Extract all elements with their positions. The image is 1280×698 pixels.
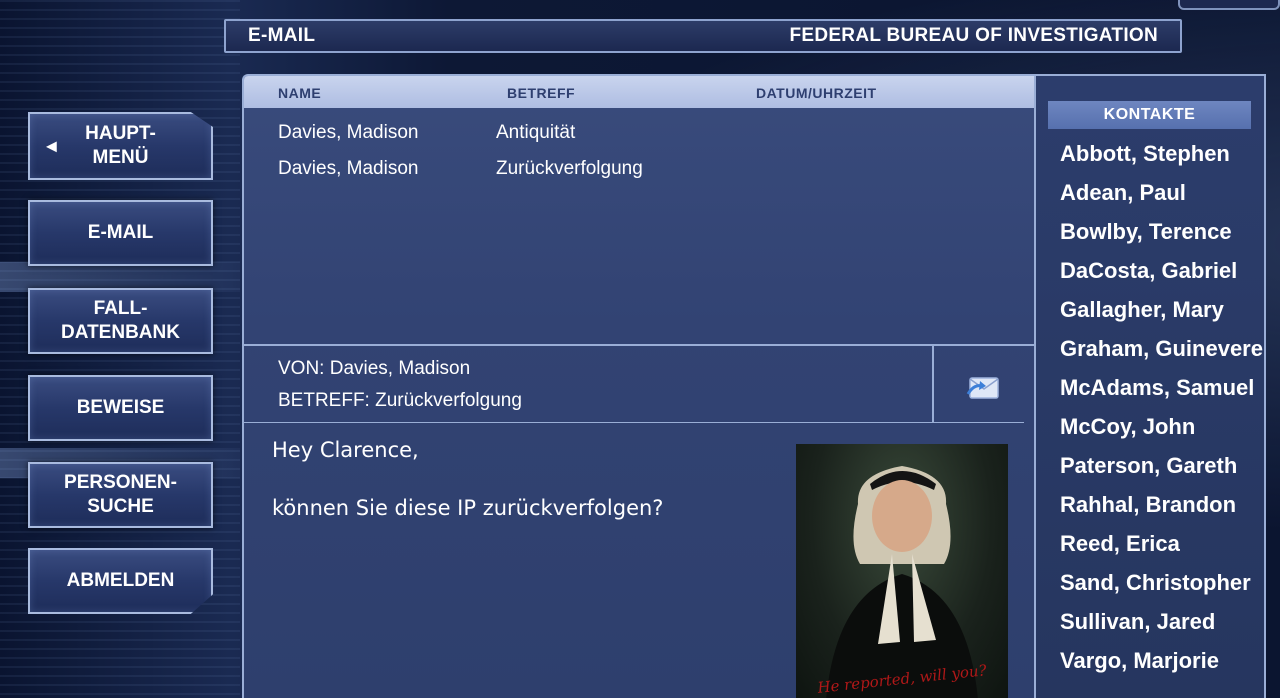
top-header-bar: E-MAIL FEDERAL BUREAU OF INVESTIGATION (224, 19, 1182, 53)
inbox-row[interactable]: Davies, Madison Zurückverfolgung (244, 152, 1036, 186)
contact-item[interactable]: Sullivan, Jared (1060, 609, 1215, 635)
main-menu-button[interactable]: ◀ HAUPT- MENÜ (28, 112, 213, 180)
person-search-label: PERSONEN- SUCHE (64, 472, 177, 517)
contacts-panel: KONTAKTE Abbott, Stephen Adean, Paul Bow… (1034, 74, 1266, 698)
contact-item[interactable]: Rahhal, Brandon (1060, 492, 1236, 518)
row-subject: Zurückverfolgung (496, 158, 643, 179)
contact-item[interactable]: Vargo, Marjorie (1060, 648, 1219, 674)
email-label: E-MAIL (87, 222, 154, 244)
section-title: E-MAIL (248, 25, 316, 46)
message-body: können Sie diese IP zurückverfolgen? (272, 496, 664, 520)
evidence-label: BEWEISE (76, 397, 165, 419)
row-sender: Davies, Madison (278, 158, 419, 179)
evidence-button[interactable]: BEWEISE (28, 375, 213, 441)
reply-mail-icon[interactable] (966, 374, 1000, 400)
header-divider-vertical (932, 346, 934, 422)
message-divider (244, 422, 1024, 423)
row-sender: Davies, Madison (278, 122, 419, 143)
contact-item[interactable]: Adean, Paul (1060, 180, 1186, 206)
contact-item[interactable]: Reed, Erica (1060, 531, 1180, 557)
contact-item[interactable]: Graham, Guinevere (1060, 336, 1263, 362)
contacts-title: KONTAKTE (1048, 101, 1251, 129)
agency-title: FEDERAL BUREAU OF INVESTIGATION (789, 25, 1158, 46)
contact-item[interactable]: DaCosta, Gabriel (1060, 258, 1237, 284)
portrait-figure-icon (826, 466, 978, 698)
case-database-button[interactable]: FALL- DATENBANK (28, 288, 213, 354)
message-from: VON: Davies, Madison (278, 358, 471, 379)
back-arrow-icon: ◀ (46, 137, 57, 154)
contact-item[interactable]: Paterson, Gareth (1060, 453, 1237, 479)
contact-item[interactable]: Abbott, Stephen (1060, 141, 1230, 167)
inbox-row[interactable]: Davies, Madison Antiquität (244, 116, 1036, 150)
person-search-button[interactable]: PERSONEN- SUCHE (28, 462, 213, 528)
column-name[interactable]: NAME (278, 85, 321, 101)
logout-button[interactable]: ABMELDEN (28, 548, 213, 614)
case-database-label: FALL- DATENBANK (61, 298, 180, 343)
email-main-panel: NAME BETREFF DATUM/UHRZEIT Davies, Madis… (242, 74, 1036, 698)
attached-portrait-image: He reported, will you? (796, 444, 1008, 698)
contact-item[interactable]: McAdams, Samuel (1060, 375, 1254, 401)
logout-label: ABMELDEN (66, 570, 175, 592)
top-right-tab (1178, 0, 1280, 10)
contact-item[interactable]: Gallagher, Mary (1060, 297, 1224, 323)
main-menu-label: HAUPT- MENÜ (85, 123, 156, 168)
email-button[interactable]: E-MAIL (28, 200, 213, 266)
contact-item[interactable]: Sand, Christopher (1060, 570, 1251, 596)
row-subject: Antiquität (496, 122, 576, 143)
contact-item[interactable]: McCoy, John (1060, 414, 1195, 440)
column-datetime[interactable]: DATUM/UHRZEIT (756, 85, 877, 101)
inbox-divider (244, 344, 1036, 346)
contact-item[interactable]: Bowlby, Terence (1060, 219, 1232, 245)
column-subject[interactable]: BETREFF (507, 85, 575, 101)
inbox-column-header: NAME BETREFF DATUM/UHRZEIT (244, 76, 1036, 108)
message-subject: BETREFF: Zurückverfolgung (278, 390, 522, 411)
message-greeting: Hey Clarence, (272, 438, 419, 462)
